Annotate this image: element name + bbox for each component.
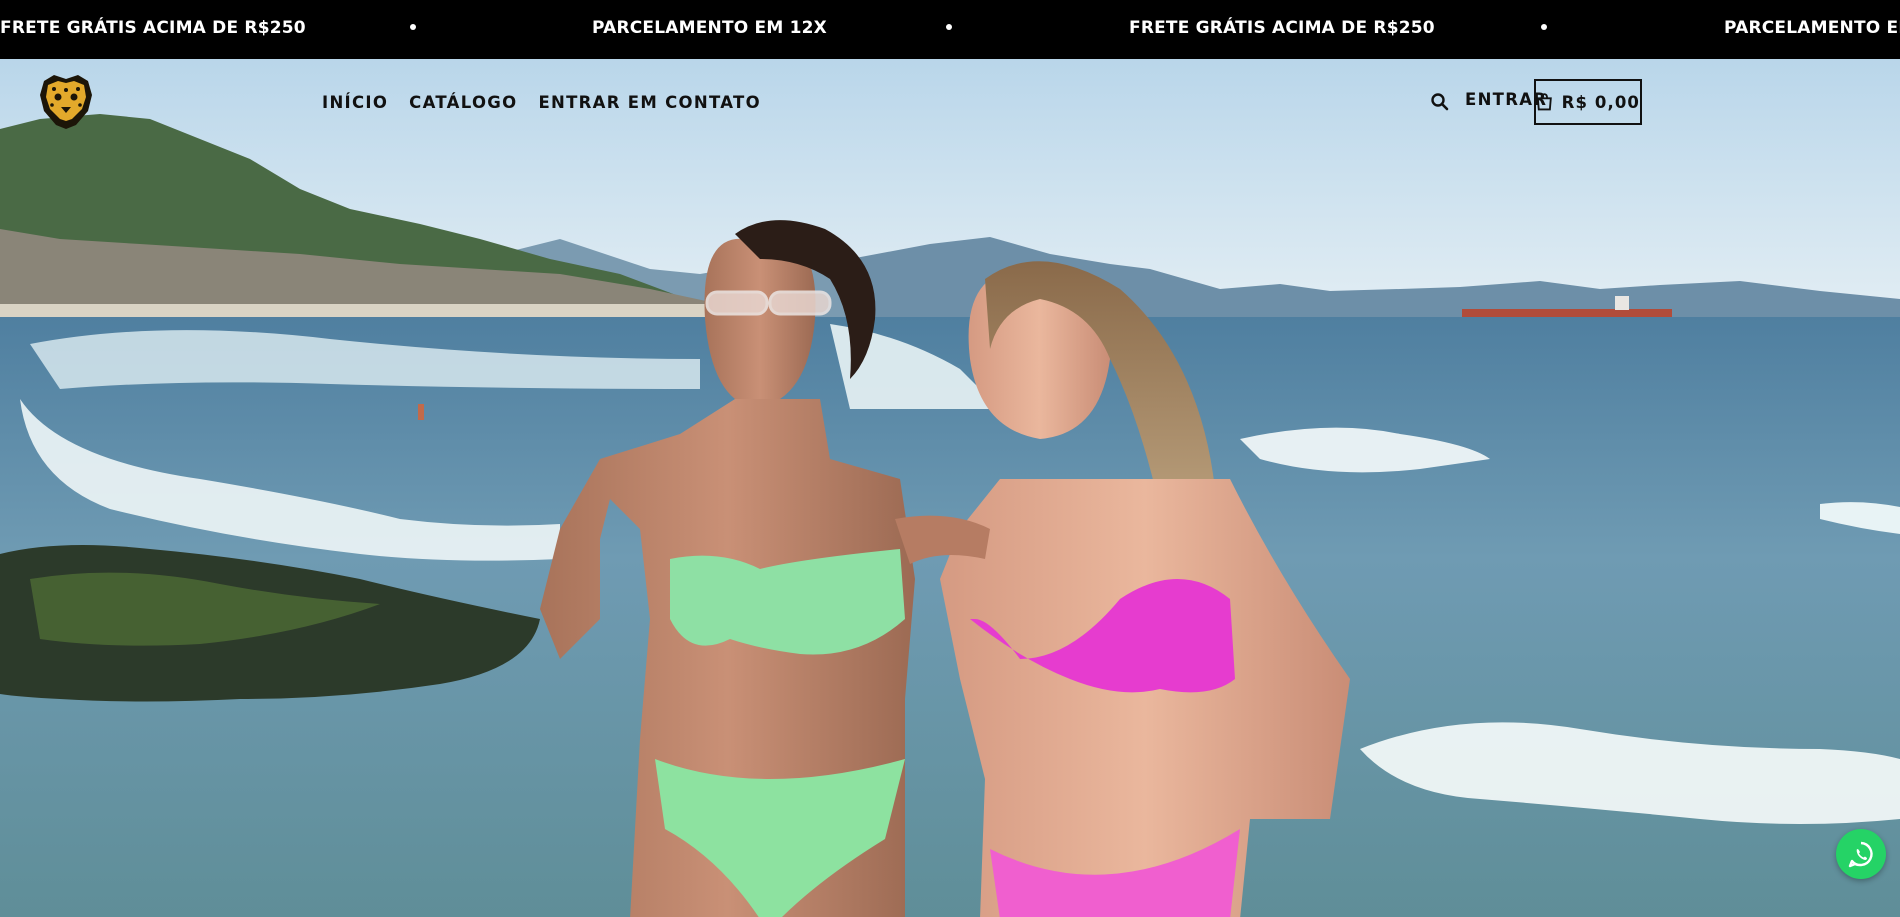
whatsapp-button[interactable] bbox=[1836, 829, 1886, 879]
nav-item-inicio[interactable]: INÍCIO bbox=[322, 93, 388, 112]
nav-item-contato[interactable]: ENTRAR EM CONTATO bbox=[538, 93, 761, 112]
hero-banner bbox=[0, 59, 1900, 917]
announcement-installments: PARCELAMENTO EM 12X bbox=[592, 18, 827, 38]
announcement-separator bbox=[946, 24, 952, 30]
announcement-bar: FRETE GRÁTIS ACIMA DE R$250 PARCELAMENTO… bbox=[0, 0, 1900, 59]
jaguar-logo-icon bbox=[40, 75, 92, 129]
announcement-free-shipping: FRETE GRÁTIS ACIMA DE R$250 bbox=[0, 18, 306, 38]
search-icon bbox=[1431, 93, 1449, 111]
announcement-separator bbox=[1541, 24, 1547, 30]
shopping-bag-icon bbox=[1536, 93, 1552, 111]
cart-total: R$ 0,00 bbox=[1561, 92, 1640, 112]
main-nav: INÍCIO CATÁLOGO ENTRAR EM CONTATO bbox=[322, 59, 761, 145]
site-header: INÍCIO CATÁLOGO ENTRAR EM CONTATO ENTRAR… bbox=[0, 59, 1900, 145]
announcement-free-shipping: FRETE GRÁTIS ACIMA DE R$250 bbox=[1129, 18, 1435, 38]
home-logo[interactable] bbox=[36, 73, 96, 131]
nav-item-catalogo[interactable]: CATÁLOGO bbox=[409, 93, 517, 112]
hero-photo bbox=[0, 59, 1900, 917]
whatsapp-icon bbox=[1848, 841, 1873, 868]
cart-button[interactable]: R$ 0,00 bbox=[1534, 79, 1642, 125]
search-button[interactable] bbox=[1429, 91, 1451, 113]
announcement-installments: PARCELAMENTO EM 12X bbox=[1724, 18, 1900, 38]
announcement-separator bbox=[410, 24, 416, 30]
